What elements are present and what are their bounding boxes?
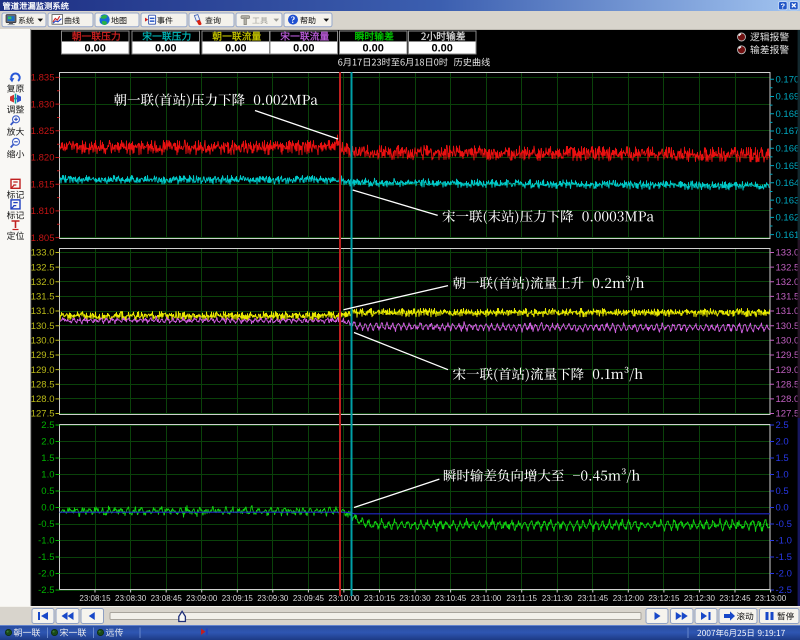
svg-text:127.5: 127.5 [776,409,800,420]
svg-text:130.5: 130.5 [31,321,55,332]
svg-text:1.820: 1.820 [31,153,55,164]
svg-text:0.5: 0.5 [41,486,54,497]
svg-text:0.167: 0.167 [776,126,800,137]
svg-text:1.835: 1.835 [31,73,55,84]
svg-text:0.5: 0.5 [776,486,789,497]
svg-text:130.0: 130.0 [776,336,800,347]
svg-text:2.0: 2.0 [41,437,54,448]
svg-text:1.805: 1.805 [31,233,55,244]
svg-text:-1.0: -1.0 [38,536,54,547]
svg-text:0.00: 0.00 [362,43,383,55]
svg-text:128.0: 128.0 [776,394,800,405]
svg-text:0.163: 0.163 [776,195,800,206]
svg-text:129.5: 129.5 [31,350,55,361]
svg-text:-1.0: -1.0 [776,536,792,547]
svg-text:1.0: 1.0 [776,470,789,481]
svg-text:23:09:45: 23:09:45 [293,594,325,603]
svg-text:127.5: 127.5 [31,409,55,420]
svg-text:128.5: 128.5 [31,379,55,390]
svg-text:129.0: 129.0 [31,365,55,376]
svg-text:0.0: 0.0 [776,503,789,514]
svg-text:129.0: 129.0 [776,365,800,376]
svg-text:0.00: 0.00 [84,43,105,55]
svg-text:23:08:45: 23:08:45 [151,594,183,603]
svg-text:0.0: 0.0 [41,503,54,514]
svg-text:23:11:30: 23:11:30 [542,594,573,603]
svg-text:?: ? [291,15,296,25]
svg-text:132.5: 132.5 [776,262,800,273]
svg-text:1.830: 1.830 [31,99,55,110]
svg-text:0.165: 0.165 [776,161,800,172]
svg-text:23:10:00: 23:10:00 [328,594,360,603]
svg-text:1.825: 1.825 [31,126,55,137]
svg-text:0.162: 0.162 [776,213,800,224]
svg-text:-2.0: -2.0 [776,569,792,580]
svg-text:23:11:45: 23:11:45 [578,594,609,603]
svg-text:0.161: 0.161 [776,230,800,241]
svg-text:1.5: 1.5 [776,453,789,464]
svg-text:23:11:00: 23:11:00 [471,594,502,603]
svg-text:0.00: 0.00 [155,43,176,55]
svg-text:0.00: 0.00 [225,43,246,55]
svg-text:0.00: 0.00 [293,43,314,55]
svg-text:0.168: 0.168 [776,109,800,120]
svg-text:2.0: 2.0 [776,437,789,448]
svg-text:131.5: 131.5 [31,292,55,303]
svg-text:132.5: 132.5 [31,262,55,273]
svg-text:128.5: 128.5 [776,379,800,390]
svg-text:1.810: 1.810 [31,206,55,217]
svg-text:0.169: 0.169 [776,92,800,103]
svg-text:23:12:00: 23:12:00 [613,594,645,603]
svg-text:131.5: 131.5 [776,292,800,303]
svg-text:2.5: 2.5 [41,420,54,431]
svg-text:23:08:15: 23:08:15 [79,594,111,603]
svg-text:23:13:00: 23:13:00 [755,594,787,603]
svg-text:-2.0: -2.0 [38,569,54,580]
svg-text:-2.5: -2.5 [38,585,54,596]
svg-text:23:10:30: 23:10:30 [399,594,431,603]
svg-text:131.0: 131.0 [776,306,800,317]
svg-text:-1.5: -1.5 [38,552,54,563]
svg-text:1.0: 1.0 [41,470,54,481]
svg-text:?: ? [781,1,786,10]
svg-text:23:11:15: 23:11:15 [506,594,537,603]
svg-text:128.0: 128.0 [31,394,55,405]
svg-text:1.815: 1.815 [31,179,55,190]
svg-text:-0.5: -0.5 [776,519,792,530]
svg-text:23:09:15: 23:09:15 [222,594,254,603]
svg-text:23:09:00: 23:09:00 [186,594,218,603]
svg-text:23:09:30: 23:09:30 [257,594,289,603]
svg-text:23:10:15: 23:10:15 [364,594,396,603]
svg-text:130.5: 130.5 [776,321,800,332]
svg-text:1.5: 1.5 [41,453,54,464]
svg-text:23:12:15: 23:12:15 [648,594,680,603]
svg-text:-0.5: -0.5 [38,519,54,530]
svg-text:-1.5: -1.5 [776,552,792,563]
svg-text:0.164: 0.164 [776,178,800,189]
svg-text:23:08:30: 23:08:30 [115,594,147,603]
svg-text:133.0: 133.0 [31,248,55,259]
svg-text:23:12:30: 23:12:30 [684,594,716,603]
svg-text:2.5: 2.5 [776,420,789,431]
svg-text:129.5: 129.5 [776,350,800,361]
svg-text:132.0: 132.0 [31,277,55,288]
svg-text:132.0: 132.0 [776,277,800,288]
svg-text:131.0: 131.0 [31,306,55,317]
svg-text:23:10:45: 23:10:45 [435,594,467,603]
svg-text:23:12:45: 23:12:45 [719,594,751,603]
svg-text:0.00: 0.00 [431,43,452,55]
svg-text:0.166: 0.166 [776,144,800,155]
svg-text:130.0: 130.0 [31,336,55,347]
svg-text:0.170: 0.170 [776,74,800,85]
svg-text:133.0: 133.0 [776,248,800,259]
